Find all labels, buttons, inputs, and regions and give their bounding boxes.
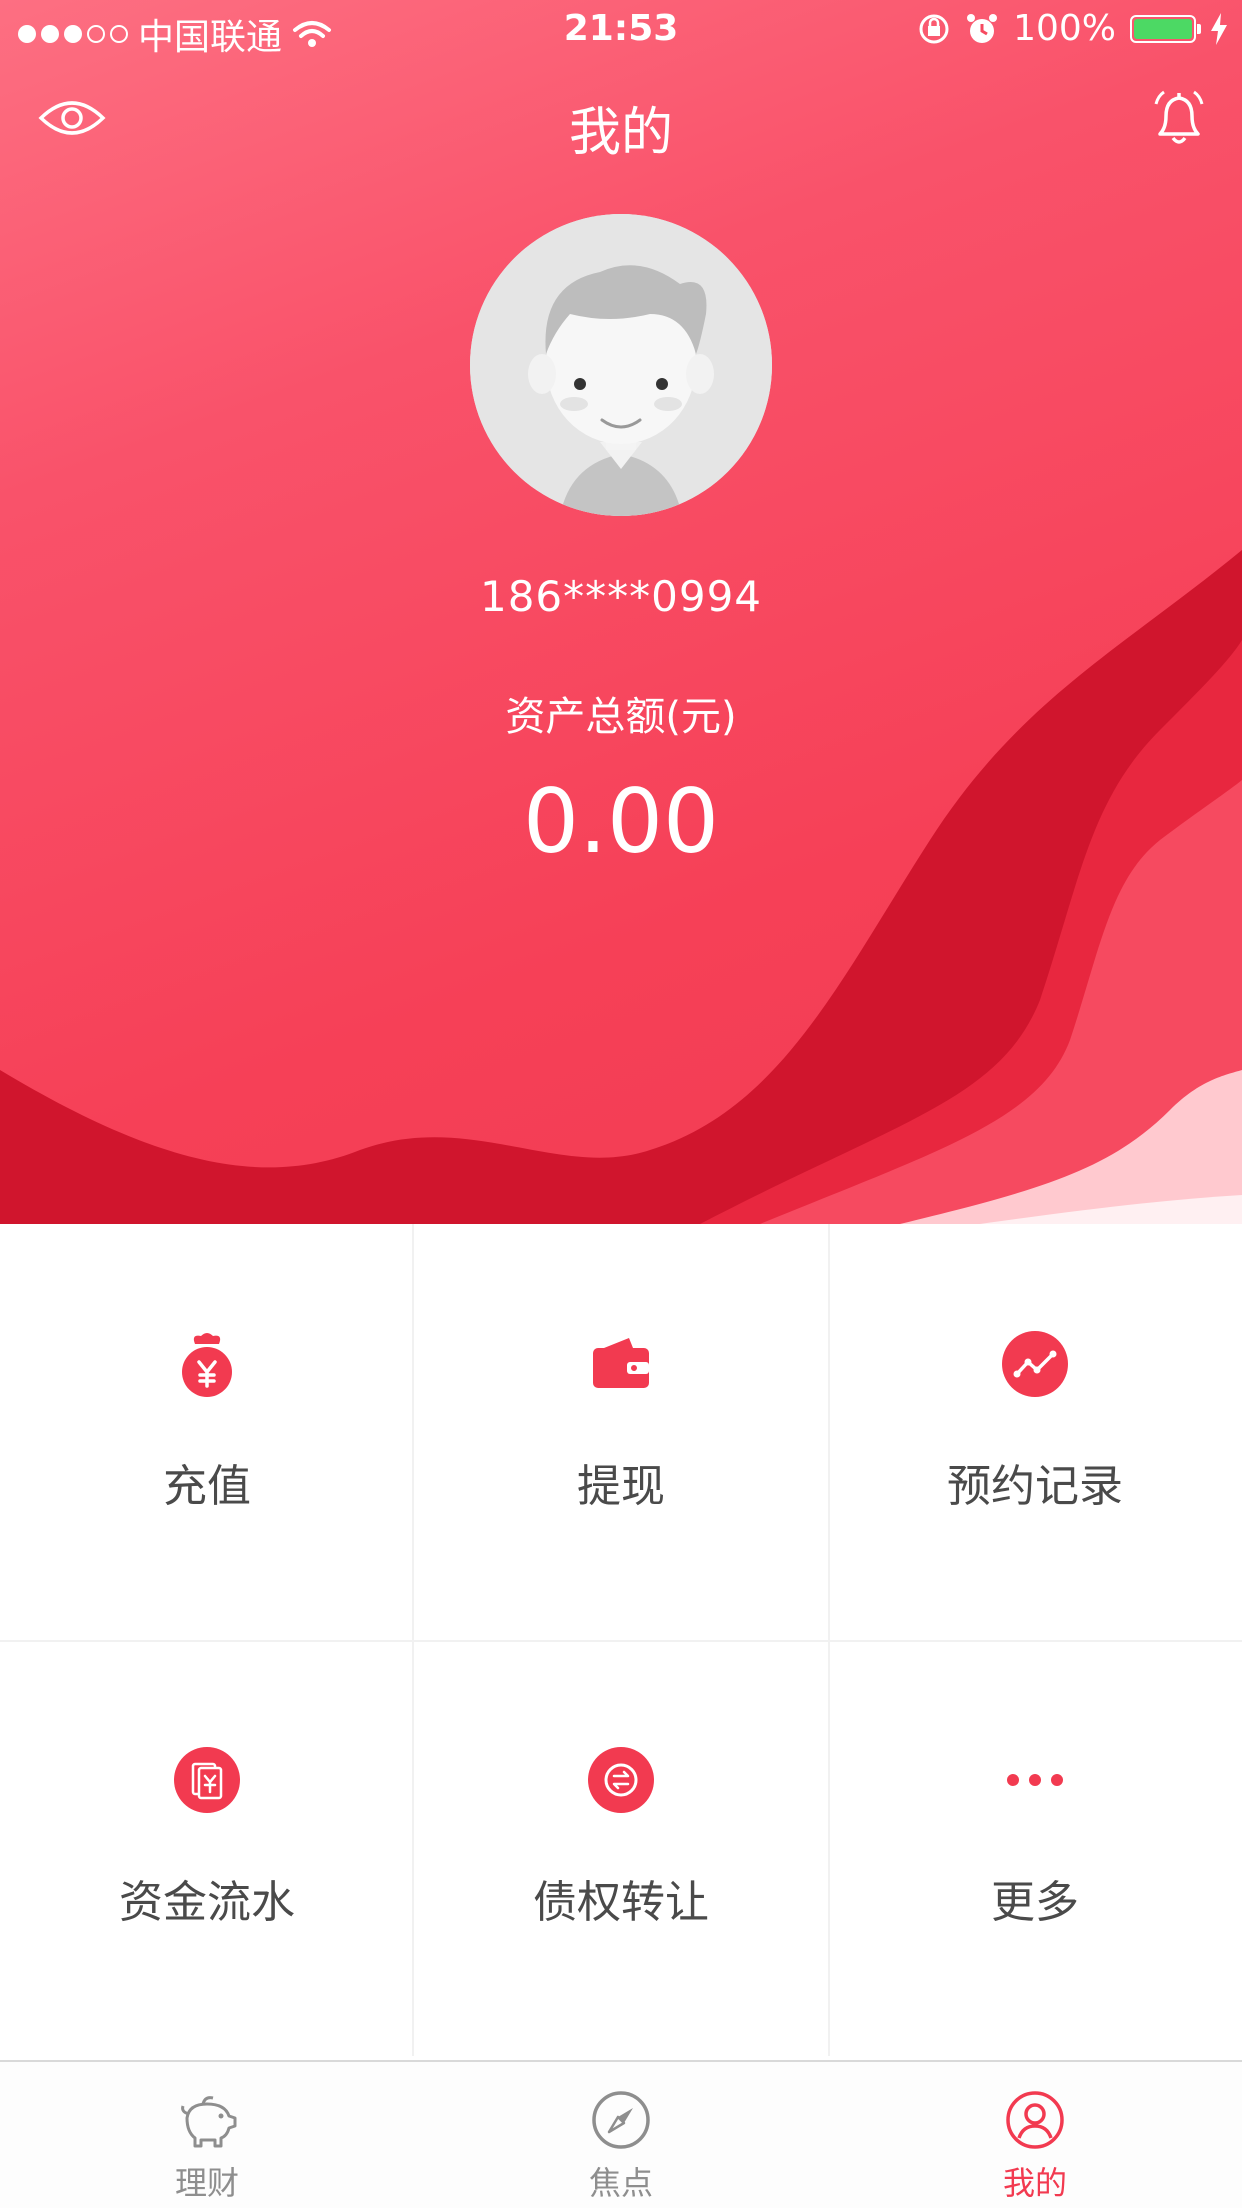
more-dots-icon (1007, 1774, 1063, 1786)
charging-bolt-icon (1211, 12, 1227, 45)
function-grid: 充值 提现 预约记录 资金流水 债权转让 更多 (0, 1224, 1242, 2062)
status-bar: 中国联通 21:53 100% (0, 0, 1242, 62)
reservation-record-label: 预约记录 (947, 1461, 1123, 1512)
avatar[interactable] (470, 214, 772, 516)
withdraw-button[interactable]: 提现 (414, 1224, 828, 1640)
trend-chart-icon (1002, 1331, 1068, 1397)
wallet-icon (593, 1338, 649, 1388)
fund-flow-button[interactable]: 资金流水 (0, 1640, 414, 2056)
rotation-lock-icon (919, 14, 949, 43)
tab-focus-label: 焦点 (588, 2164, 653, 2202)
withdraw-label: 提现 (577, 1461, 665, 1512)
tab-bar: 理财 焦点 我的 (0, 2060, 1242, 2208)
tab-focus[interactable]: 焦点 (414, 2062, 828, 2210)
money-bag-icon (182, 1333, 232, 1397)
reservation-record-button[interactable]: 预约记录 (828, 1224, 1242, 1640)
tab-mine-label: 我的 (1002, 2164, 1067, 2202)
profile-header: 中国联通 21:53 100% 我的 186****0994 资产总额(元) 0… (0, 0, 1242, 1224)
battery-icon (1130, 14, 1201, 43)
page-title: 我的 (568, 103, 673, 163)
asset-total-value: 0.00 (523, 770, 719, 873)
debt-transfer-label: 债权转让 (533, 1877, 709, 1928)
tab-wealth[interactable]: 理财 (0, 2062, 414, 2210)
alarm-icon (967, 13, 998, 43)
default-avatar-icon (470, 214, 772, 516)
piggy-bank-icon (181, 2096, 237, 2148)
compass-icon (592, 2091, 650, 2149)
tab-mine[interactable]: 我的 (828, 2062, 1242, 2210)
more-button[interactable]: 更多 (828, 1640, 1242, 2056)
cash-flow-icon (174, 1747, 240, 1813)
fund-flow-label: 资金流水 (119, 1877, 295, 1928)
debt-transfer-button[interactable]: 债权转让 (414, 1640, 828, 2056)
recharge-label: 充值 (163, 1461, 251, 1512)
tab-wealth-label: 理财 (174, 2164, 239, 2202)
asset-total-label: 资产总额(元) (505, 694, 737, 740)
user-phone: 186****0994 (479, 572, 763, 621)
status-right: 100% (917, 8, 1228, 49)
more-label: 更多 (991, 1877, 1079, 1928)
bell-icon[interactable] (1152, 90, 1206, 148)
battery-percent: 100% (1013, 8, 1116, 49)
recharge-button[interactable]: 充值 (0, 1224, 414, 1640)
user-icon (1006, 2091, 1064, 2149)
transfer-icon (588, 1747, 654, 1813)
